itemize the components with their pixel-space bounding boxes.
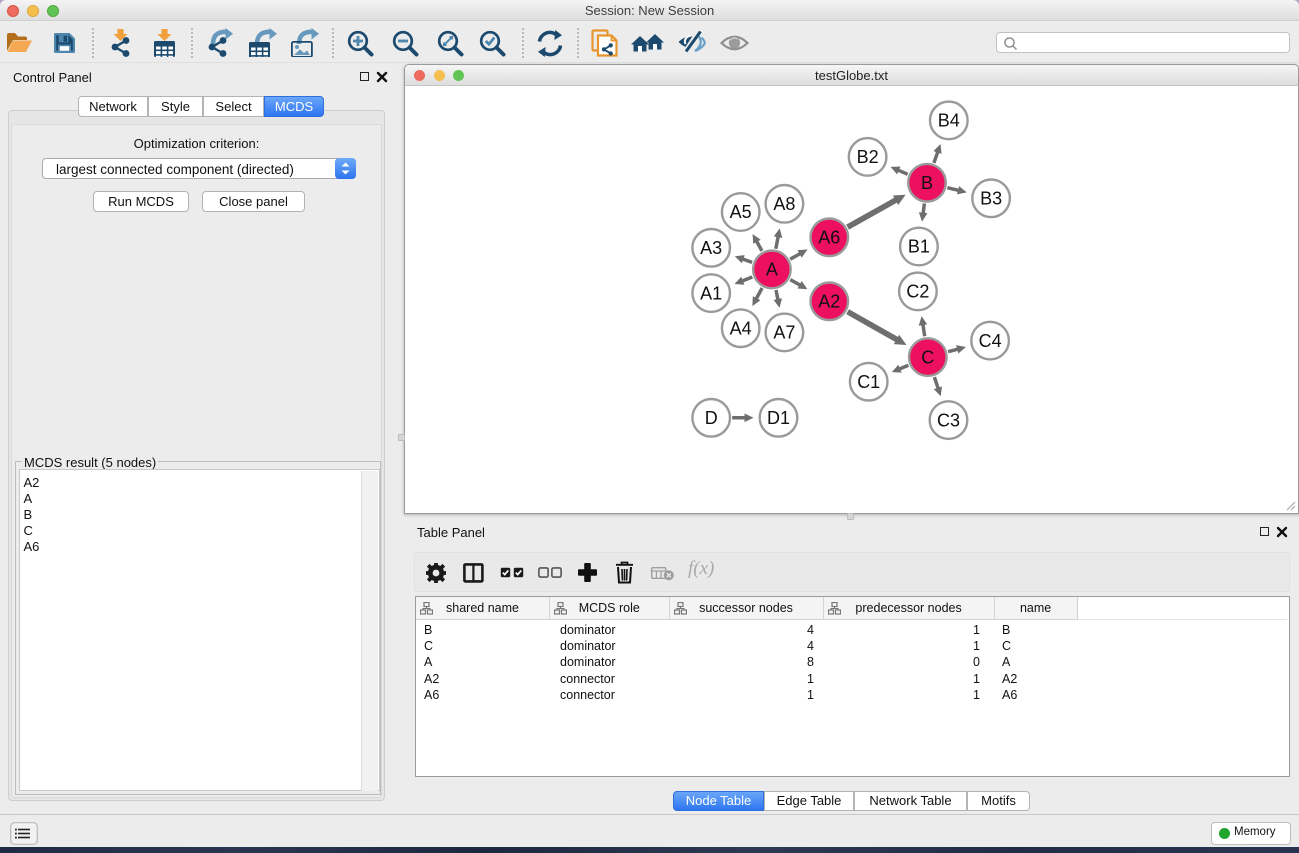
svg-text:C1: C1 [857, 372, 880, 392]
svg-text:A1: A1 [700, 283, 722, 303]
svg-text:D1: D1 [767, 408, 790, 428]
svg-text:B4: B4 [938, 111, 960, 131]
svg-text:A: A [766, 260, 778, 280]
svg-text:D: D [705, 408, 718, 428]
svg-text:C3: C3 [937, 410, 960, 430]
svg-text:C4: C4 [979, 331, 1002, 351]
svg-text:B: B [921, 173, 933, 193]
svg-text:C2: C2 [906, 282, 929, 302]
svg-text:A7: A7 [773, 323, 795, 343]
svg-text:A5: A5 [730, 202, 752, 222]
svg-text:B2: B2 [857, 147, 879, 167]
svg-text:C: C [921, 347, 934, 367]
svg-text:A2: A2 [818, 292, 840, 312]
svg-text:A3: A3 [700, 238, 722, 258]
svg-text:A6: A6 [818, 228, 840, 248]
svg-text:A8: A8 [773, 194, 795, 214]
svg-text:B1: B1 [908, 237, 930, 257]
svg-text:A4: A4 [730, 318, 752, 338]
svg-text:B3: B3 [980, 189, 1002, 209]
